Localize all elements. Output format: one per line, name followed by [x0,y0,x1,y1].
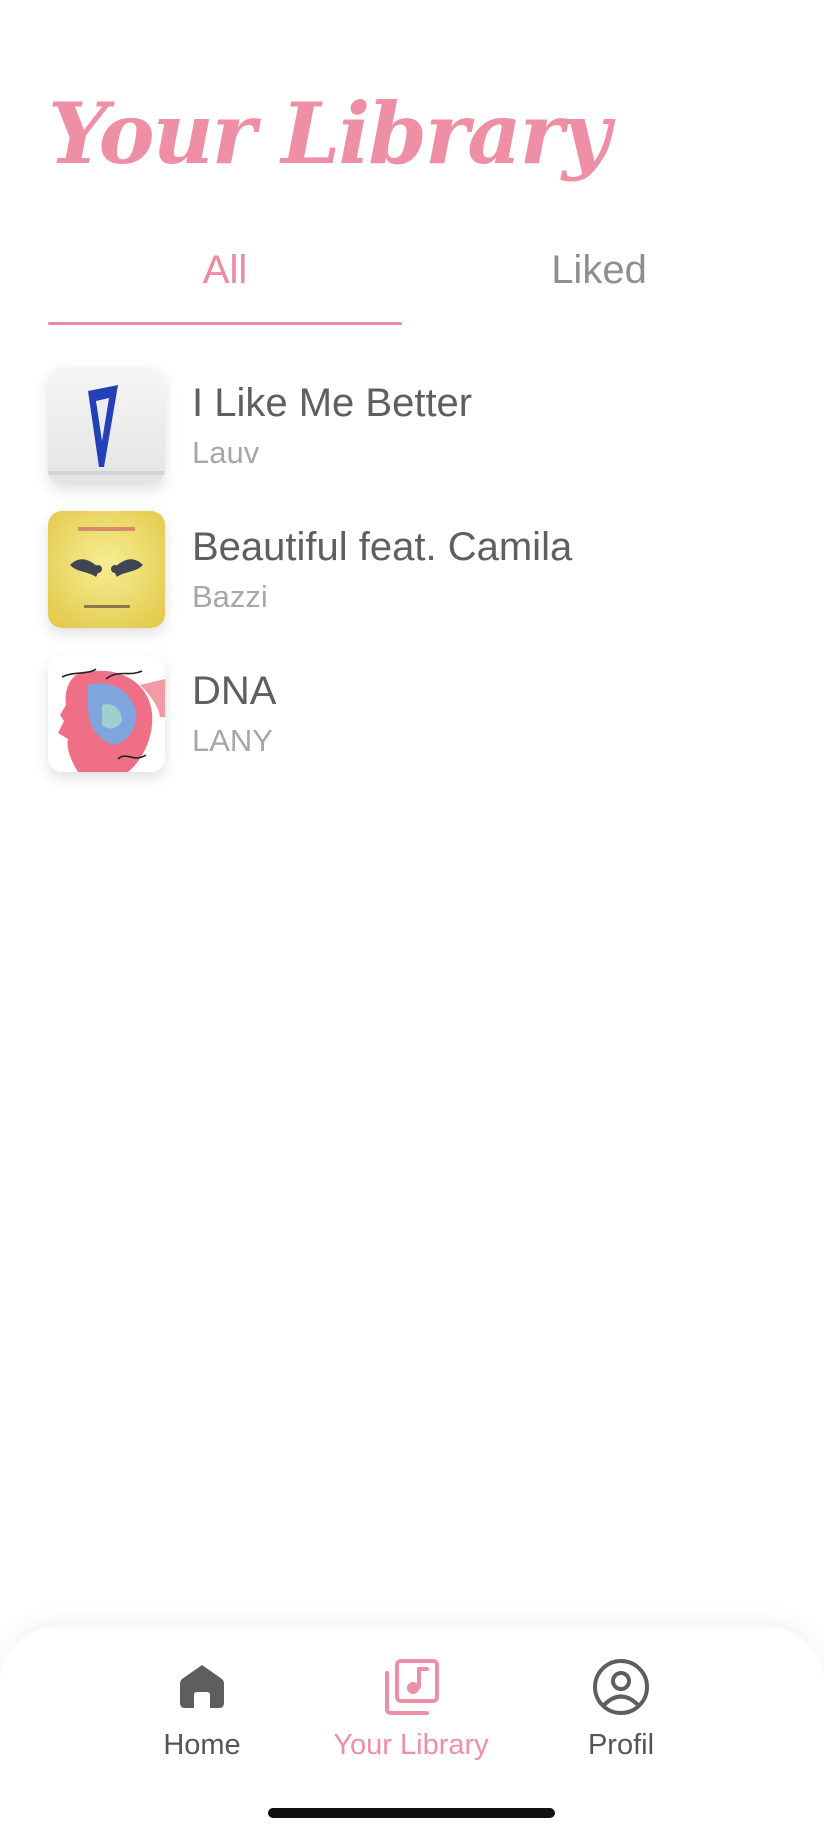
song-title: Beautiful feat. Camila [192,525,573,569]
nav-profil-label: Profil [587,1729,655,1761]
music-library-icon [385,1659,439,1715]
profile-icon [593,1659,649,1715]
album-art-image [48,511,165,628]
library-tabs: All Liked [48,248,776,326]
active-tab-indicator [48,322,402,325]
tab-all[interactable]: All [48,248,402,326]
song-artist: Lauv [192,435,260,470]
album-art [48,655,165,772]
album-art-image [48,367,165,484]
song-title: I Like Me Better [192,381,473,425]
page-title: Your Library [48,84,611,183]
song-artist: LANY [192,723,273,758]
song-row[interactable]: I Like Me Better Lauv [48,367,776,511]
tab-liked-label: Liked [551,248,647,292]
album-art [48,511,165,628]
home-icon [180,1665,224,1708]
song-artist: Bazzi [192,579,268,614]
nav-home-label: Home [163,1729,241,1761]
nav-your-library[interactable]: Your Library [326,1657,496,1777]
song-row[interactable]: Beautiful feat. Camila Bazzi [48,511,776,655]
bottom-navigation: Home Your Library Profil [0,1627,824,1834]
song-list: I Like Me Better Lauv Beautiful feat. Ca… [48,367,776,799]
nav-your-library-label: Your Library [333,1729,489,1761]
tab-liked[interactable]: Liked [422,248,776,326]
song-row[interactable]: DNA LANY [48,655,776,799]
nav-profil[interactable]: Profil [536,1657,706,1777]
album-art [48,367,165,484]
song-title: DNA [192,669,277,713]
tab-all-label: All [202,248,248,292]
nav-home[interactable]: Home [117,1657,287,1777]
album-art-image [48,655,165,772]
home-indicator [268,1808,555,1818]
